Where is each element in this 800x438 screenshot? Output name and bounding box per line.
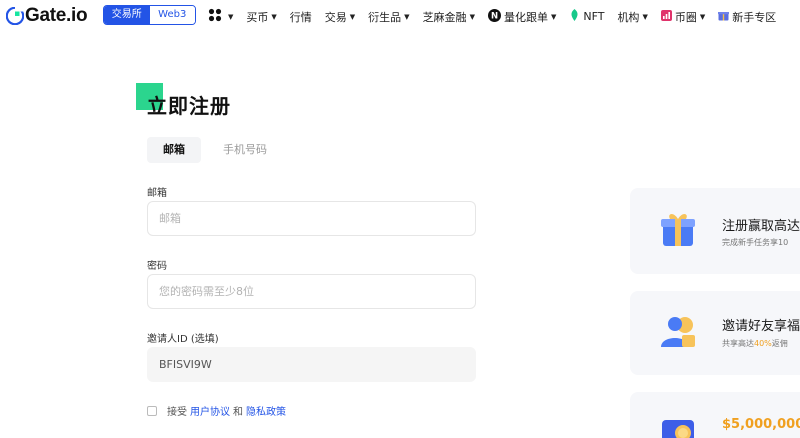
nav-label: 量化跟单	[503, 10, 548, 24]
leaf-icon	[569, 9, 580, 24]
caret-down-icon: ▼	[271, 12, 277, 21]
nav-item-crypto-circle[interactable]: 币圈 ▼	[660, 9, 706, 25]
promo-title: 注册赢取高达	[722, 219, 800, 234]
nav-label: 行情	[289, 10, 312, 24]
gate-logo[interactable]: Gate.io	[5, 5, 88, 26]
caret-down-icon: ▼	[404, 12, 410, 21]
caret-down-icon: ▼	[228, 12, 234, 21]
nav-label: 币圈	[674, 10, 697, 24]
referral-label: 邀请人ID (选填)	[147, 334, 219, 345]
user-agreement-link[interactable]: 用户协议	[190, 403, 230, 418]
promo-sub-text: 完成新手任务享10	[722, 238, 789, 247]
nav-label: 机构	[617, 10, 640, 24]
nav-item-derivatives[interactable]: 衍生品 ▼	[368, 9, 409, 25]
toggle-web3[interactable]: Web3	[149, 6, 195, 24]
caret-down-icon: ▼	[469, 12, 475, 21]
nav-item-beginner[interactable]: 新手专区	[718, 9, 776, 25]
referral-input[interactable]	[148, 348, 475, 381]
email-label: 邮箱	[147, 188, 167, 199]
logo-text: Gate.io	[25, 5, 88, 26]
n-badge-icon: N	[487, 8, 501, 25]
nav-item-nft[interactable]: NFT	[569, 9, 604, 24]
terms-agreement: 接受 用户协议 和 隐私政策	[147, 403, 289, 418]
nav-label: 新手专区	[732, 10, 777, 24]
agree-checkbox[interactable]	[147, 405, 157, 416]
promo-subtitle: 完成新手任务享10	[722, 237, 788, 248]
agree-and: 和	[233, 407, 243, 418]
password-label: 密码	[147, 261, 167, 272]
wallet-coin-icon	[660, 416, 696, 438]
promo-sub-highlight: 40%	[754, 339, 772, 348]
promo-sub-text: 返佣	[771, 339, 788, 348]
grid-icon	[208, 8, 222, 25]
promo-subtitle: 共享高达40%返佣	[722, 338, 788, 349]
svg-text:N: N	[491, 11, 498, 21]
caret-down-icon: ▼	[642, 12, 648, 21]
nav-menu: ▼ 买币 ▼ 行情 交易 ▼ 衍生品 ▼ 芝麻金融 ▼ N 量化跟单 ▼ NFT…	[208, 0, 789, 33]
gift-box-icon	[660, 210, 696, 252]
nav-item-markets[interactable]: 行情	[290, 9, 312, 25]
promo-title: 邀请好友享福	[722, 319, 800, 334]
email-field-wrapper	[147, 201, 476, 236]
nav-item-apps[interactable]: ▼	[208, 8, 233, 25]
promo-card-prize-pool[interactable]: $5,000,000+	[630, 392, 800, 438]
privacy-policy-link[interactable]: 隐私政策	[246, 403, 286, 418]
agree-prefix: 接受	[167, 407, 187, 418]
email-input[interactable]	[148, 202, 475, 235]
caret-down-icon: ▼	[550, 12, 557, 21]
nav-label: 交易	[324, 10, 347, 24]
nav-item-quant[interactable]: N 量化跟单 ▼	[487, 8, 557, 25]
page-title: 立即注册	[147, 94, 231, 118]
nav-item-buy-crypto[interactable]: 买币 ▼	[246, 9, 276, 25]
exchange-web3-toggle[interactable]: 交易所 Web3	[103, 5, 196, 25]
promo-sub-text: 共享高达	[722, 339, 754, 348]
nav-label: 买币	[246, 10, 269, 24]
nav-item-finance[interactable]: 芝麻金融 ▼	[423, 9, 475, 25]
password-field-wrapper	[147, 274, 476, 309]
nav-label: 衍生品	[368, 10, 402, 24]
invite-user-icon	[660, 313, 696, 353]
promo-title: $5,000,000+	[722, 417, 800, 432]
nav-label: NFT	[583, 10, 605, 23]
toggle-exchange[interactable]: 交易所	[104, 6, 150, 24]
caret-down-icon: ▼	[699, 12, 706, 21]
chart-icon	[660, 9, 672, 24]
gift-icon	[718, 10, 730, 24]
referral-field-wrapper	[147, 347, 476, 382]
tab-phone[interactable]: 手机号码	[212, 137, 278, 163]
nav-item-institutional[interactable]: 机构 ▼	[617, 9, 647, 25]
tab-email[interactable]: 邮箱	[147, 137, 201, 163]
caret-down-icon: ▼	[349, 12, 356, 21]
top-nav: Gate.io 交易所 Web3 ▼ 买币 ▼ 行情 交易 ▼ 衍生品 ▼ 芝麻…	[0, 0, 800, 33]
password-input[interactable]	[148, 275, 475, 308]
promo-card-invite[interactable]: 邀请好友享福 共享高达40%返佣	[630, 291, 800, 375]
nav-label: 芝麻金融	[422, 10, 467, 24]
gate-logo-icon	[5, 6, 25, 26]
nav-item-trade[interactable]: 交易 ▼	[325, 9, 355, 25]
promo-card-register[interactable]: 注册赢取高达 完成新手任务享10	[630, 188, 800, 274]
